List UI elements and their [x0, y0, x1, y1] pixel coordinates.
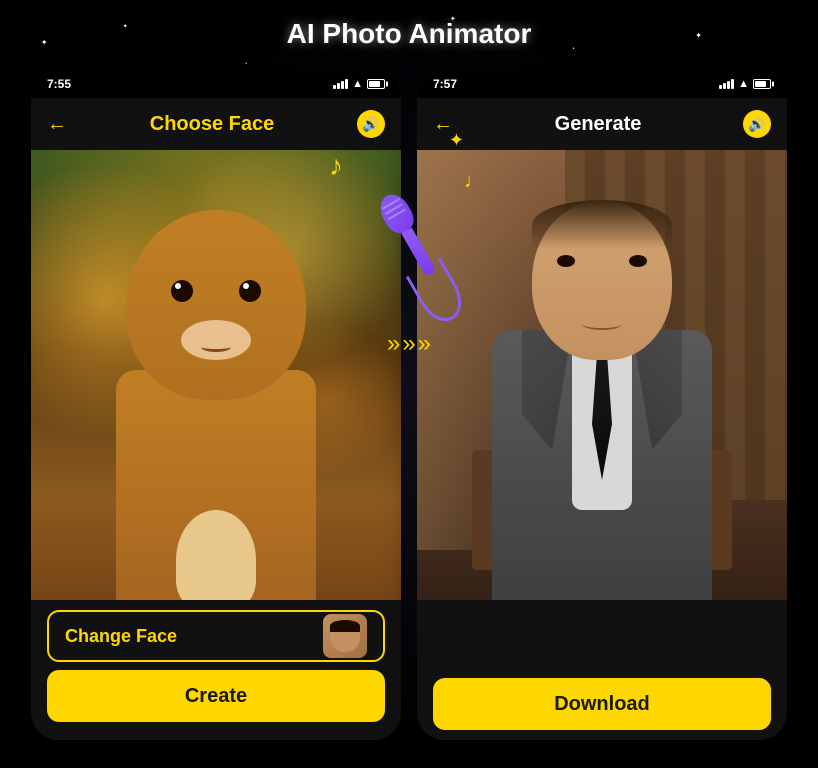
left-phone: 7:55 ▲ ← Choose Face 🔊 [31, 70, 401, 740]
right-phone-bottom: Download [417, 600, 787, 740]
right-back-button[interactable]: ← [433, 113, 453, 136]
star: • [245, 61, 247, 67]
app-title: AI Photo Animator [0, 18, 818, 50]
costume-head [126, 210, 306, 400]
right-battery-icon [753, 79, 771, 89]
right-status-bar: 7:57 ▲ [417, 70, 787, 98]
right-sound-icon: 🔊 [748, 116, 765, 133]
left-status-icons: ▲ [333, 78, 385, 90]
child-monkey-photo [31, 150, 401, 650]
right-status-icons: ▲ [719, 78, 771, 90]
man-eye-left [557, 255, 575, 267]
mouth [201, 342, 231, 352]
face-thumb [330, 620, 360, 652]
change-face-button[interactable]: Change Face [47, 610, 385, 662]
man-suit-photo [417, 150, 787, 650]
costume-chest [176, 510, 256, 610]
left-phone-header: ← Choose Face 🔊 [31, 98, 401, 150]
head-area [116, 190, 316, 390]
mouth-area [181, 320, 251, 360]
right-sound-button[interactable]: 🔊 [743, 110, 771, 138]
download-button[interactable]: Download [433, 678, 771, 730]
right-signal-icon [719, 79, 734, 89]
battery-icon [367, 79, 385, 89]
eye-left [171, 280, 193, 302]
download-label: Download [554, 693, 650, 716]
monkey-figure [76, 170, 356, 650]
right-phone-header: ← Generate 🔊 [417, 98, 787, 150]
right-time: 7:57 [433, 77, 457, 91]
right-photo-area [417, 150, 787, 650]
man-eye-right [629, 255, 647, 267]
phones-container: 7:55 ▲ ← Choose Face 🔊 [20, 70, 798, 758]
right-wifi-icon: ▲ [738, 78, 749, 90]
left-header-title: Choose Face [150, 113, 274, 136]
left-phone-bottom: Change Face Create [31, 600, 401, 740]
face-thumbnail [323, 614, 367, 658]
right-phone: 7:57 ▲ ← Generate 🔊 [417, 70, 787, 740]
left-back-button[interactable]: ← [47, 113, 67, 136]
eye-right [239, 280, 261, 302]
left-time: 7:55 [47, 77, 71, 91]
left-sound-button[interactable]: 🔊 [357, 110, 385, 138]
right-header-title: Generate [555, 113, 642, 136]
create-button[interactable]: Create [47, 670, 385, 722]
man-head [532, 200, 672, 360]
left-photo-area [31, 150, 401, 650]
left-status-bar: 7:55 ▲ [31, 70, 401, 98]
man-figure [452, 170, 752, 650]
man-mouth [582, 318, 622, 330]
man-hair [532, 200, 672, 250]
change-face-label: Change Face [65, 626, 177, 647]
child-face [151, 240, 281, 380]
wifi-icon: ▲ [352, 78, 363, 90]
create-label: Create [185, 685, 247, 708]
sound-icon: 🔊 [362, 116, 379, 133]
signal-icon [333, 79, 348, 89]
